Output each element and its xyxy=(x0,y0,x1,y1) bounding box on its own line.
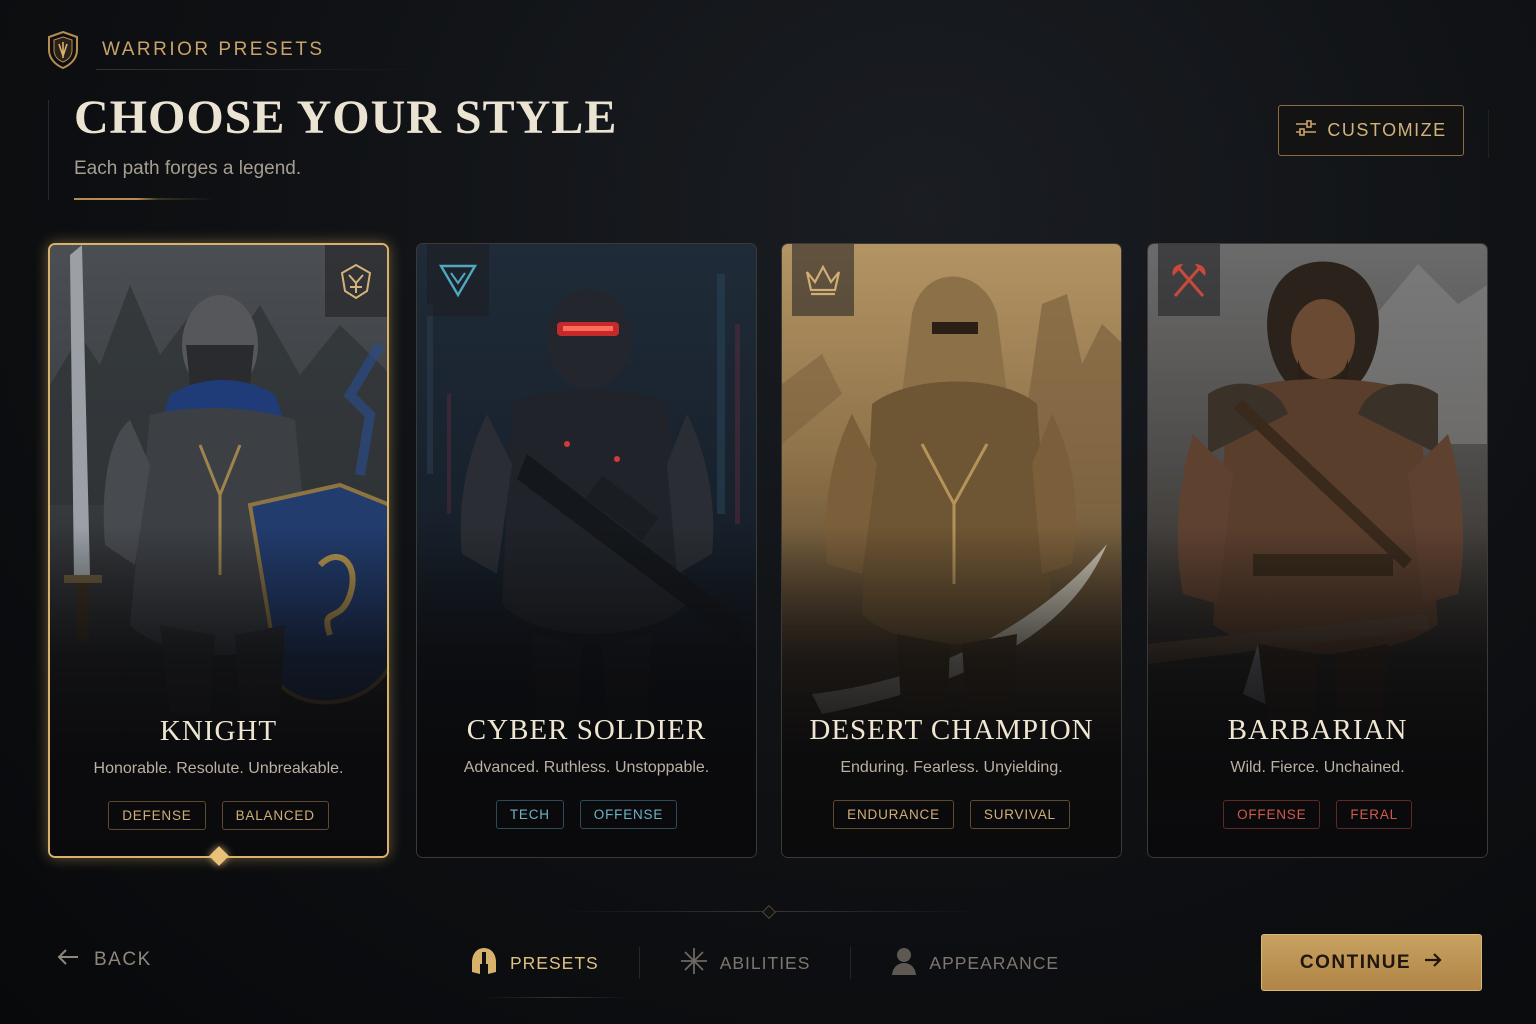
step-separator xyxy=(638,947,640,979)
card-title: BARBARIAN xyxy=(1227,714,1408,746)
brand: WARRIOR PRESETS xyxy=(46,30,325,70)
preset-card-knight[interactable]: KNIGHT Honorable. Resolute. Unbreakable.… xyxy=(48,243,389,858)
card-title: CYBER SOLDIER xyxy=(466,714,707,746)
card-tags: OFFENSE FERAL xyxy=(1148,800,1487,829)
card-description: Enduring. Fearless. Unyielding. xyxy=(840,759,1063,776)
person-icon xyxy=(891,946,917,981)
card-description: Wild. Fierce. Unchained. xyxy=(1230,759,1405,776)
page-subtitle: Each path forges a legend. xyxy=(74,158,302,179)
tag-balanced: BALANCED xyxy=(221,801,329,830)
tag-offense: OFFENSE xyxy=(579,800,678,829)
card-tags: TECH OFFENSE xyxy=(417,800,756,829)
step-label: PRESETS xyxy=(510,952,599,973)
brand-label: WARRIOR PRESETS xyxy=(102,39,325,60)
shield-crest-icon xyxy=(46,30,80,70)
preset-card-cyber-soldier[interactable]: CYBER SOLDIER Advanced. Ruthless. Unstop… xyxy=(416,243,757,858)
tag-survival: SURVIVAL xyxy=(969,800,1070,829)
tag-tech: TECH xyxy=(495,800,564,829)
brand-divider xyxy=(96,69,426,70)
step-appearance[interactable]: APPEARANCE xyxy=(891,946,1099,981)
page-title: CHOOSE YOUR STYLE xyxy=(74,91,618,144)
step-nav: PRESETS ABILITIES APPEARANCE xyxy=(470,940,1099,986)
preset-card-desert-champion[interactable]: DESERT CHAMPION Enduring. Fearless. Unyi… xyxy=(781,243,1122,858)
card-title: DESERT CHAMPION xyxy=(809,714,1094,746)
header-separator xyxy=(1488,110,1489,158)
card-description: Honorable. Resolute. Unbreakable. xyxy=(93,760,344,777)
title-underline xyxy=(74,198,214,200)
card-title: KNIGHT xyxy=(159,715,278,747)
griffin-crest-icon xyxy=(325,245,387,317)
back-button[interactable]: BACK xyxy=(56,948,152,972)
sliders-icon xyxy=(1295,119,1317,142)
continue-button[interactable]: CONTINUE xyxy=(1261,934,1482,991)
triangle-crest-icon xyxy=(427,244,489,316)
crown-crest-icon xyxy=(792,244,854,316)
back-label: BACK xyxy=(94,949,152,970)
customize-button[interactable]: CUSTOMIZE xyxy=(1278,105,1464,156)
step-label: APPEARANCE xyxy=(929,952,1060,973)
preset-card-barbarian[interactable]: BARBARIAN Wild. Fierce. Unchained. OFFEN… xyxy=(1147,243,1488,858)
customize-label: CUSTOMIZE xyxy=(1327,120,1447,140)
tag-endurance: ENDURANCE xyxy=(833,800,954,829)
tag-feral: FERAL xyxy=(1336,800,1412,829)
card-tags: DEFENSE BALANCED xyxy=(50,801,387,830)
arrow-right-icon xyxy=(1423,951,1443,975)
crossed-axes-icon xyxy=(1158,244,1220,316)
tag-defense: DEFENSE xyxy=(108,801,206,830)
step-presets[interactable]: PRESETS xyxy=(470,946,639,981)
card-tags: ENDURANCE SURVIVAL xyxy=(782,800,1121,829)
tag-offense: OFFENSE xyxy=(1223,800,1321,829)
card-description: Advanced. Ruthless. Unstoppable. xyxy=(463,759,710,776)
arrow-left-icon xyxy=(56,948,80,972)
helmet-icon xyxy=(470,946,498,981)
active-step-underline xyxy=(482,997,632,998)
divider-ornament xyxy=(761,904,777,920)
step-abilities[interactable]: ABILITIES xyxy=(680,947,851,980)
title-block: CHOOSE YOUR STYLE Each path forges a leg… xyxy=(48,91,618,200)
step-separator xyxy=(850,947,852,979)
continue-label: CONTINUE xyxy=(1299,951,1412,973)
step-label: ABILITIES xyxy=(719,952,811,973)
starburst-icon xyxy=(680,947,708,980)
